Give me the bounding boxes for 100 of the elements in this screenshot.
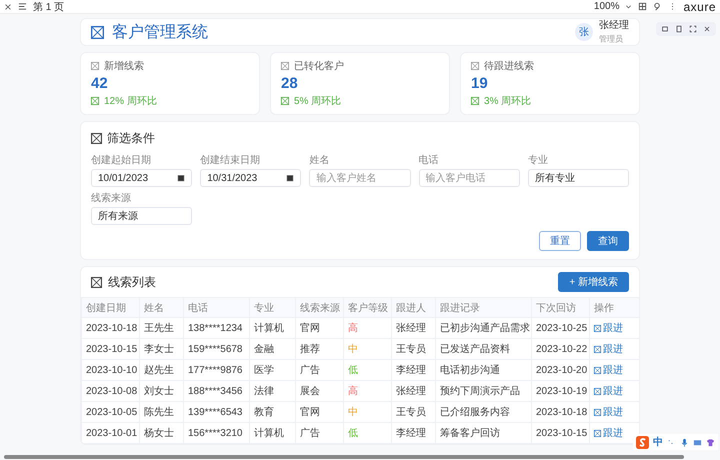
table-cell: 已初步沟通产品需求 xyxy=(436,318,532,338)
user-avatar[interactable]: 张 xyxy=(575,23,593,41)
microphone-icon[interactable] xyxy=(680,438,689,446)
zoom-select[interactable]: 100% xyxy=(594,1,620,12)
user-name: 张经理 xyxy=(599,18,629,32)
query-button[interactable]: 查询 xyxy=(587,231,629,251)
date-field[interactable]: 10/01/2023 xyxy=(91,169,192,187)
table-cell: 王先生 xyxy=(140,318,184,338)
image-placeholder-icon xyxy=(594,366,601,374)
table-cell: 2023-10-15 xyxy=(532,422,590,444)
input-field[interactable]: 输入客户姓名 xyxy=(309,169,411,187)
table-cell: 展会 xyxy=(296,380,344,402)
table-cell: 赵先生 xyxy=(140,360,184,380)
level-tag: 高 xyxy=(344,380,392,402)
add-lead-button[interactable]: + 新增线索 xyxy=(558,272,629,292)
stat-change: 3% 周环比 xyxy=(484,94,532,108)
stat-value: 42 xyxy=(91,75,109,92)
table-cell: 2023-10-10 xyxy=(82,360,140,380)
table-cell: 广告 xyxy=(296,360,344,380)
ime-mode[interactable]: 中 xyxy=(653,435,663,449)
expand-icon[interactable] xyxy=(689,25,697,33)
column-header: 姓名 xyxy=(140,298,184,318)
table-cell: 官网 xyxy=(296,318,344,338)
menu-icon[interactable] xyxy=(18,2,27,11)
stat-change: 12% 周环比 xyxy=(104,94,157,108)
level-tag: 高 xyxy=(344,318,392,338)
section-title: 线索列表 xyxy=(108,274,156,290)
table-cell: 138****1234 xyxy=(184,318,250,338)
table-cell: 2023-10-20 xyxy=(532,360,590,380)
table-cell: 刘女士 xyxy=(140,380,184,402)
brand-logo: axure xyxy=(683,0,716,14)
table-cell: 预约下周演示产品 xyxy=(436,380,532,402)
image-placeholder-icon xyxy=(594,346,601,352)
app-title: 客户管理系统 xyxy=(112,22,208,42)
table-cell: 139****6543 xyxy=(184,402,250,422)
table-cell: 筹备客户回访 xyxy=(436,422,532,444)
table-cell: 金融 xyxy=(250,338,296,360)
column-header: 操作 xyxy=(590,298,639,318)
table-cell: 法律 xyxy=(250,380,296,402)
level-tag: 中 xyxy=(344,338,392,360)
table-cell: 计算机 xyxy=(250,422,296,444)
column-header: 电话 xyxy=(184,298,250,318)
table-cell: 张经理 xyxy=(392,318,436,338)
table-cell: 159****5678 xyxy=(184,338,250,360)
field-label: 专业 xyxy=(528,154,549,167)
select-field[interactable]: 所有来源 xyxy=(91,207,192,225)
logo-icon xyxy=(91,26,104,38)
table-cell: 2023-10-18 xyxy=(82,318,140,338)
grid-icon[interactable] xyxy=(638,2,648,11)
table-cell: 王专员 xyxy=(392,338,436,360)
table-cell: 2023-10-19 xyxy=(532,380,590,402)
field-label: 线索来源 xyxy=(91,192,132,205)
stat-label: 已转化客户 xyxy=(294,60,344,73)
ime-logo-icon[interactable] xyxy=(636,436,649,448)
stat-value: 28 xyxy=(281,75,299,92)
user-role: 管理员 xyxy=(599,34,623,45)
table-cell: 2023-10-08 xyxy=(82,380,140,402)
field-label: 创建结束日期 xyxy=(200,154,262,167)
keyboard-icon[interactable] xyxy=(693,438,702,446)
table-cell: 156****3210 xyxy=(184,422,250,444)
stat-label: 新增线索 xyxy=(104,60,144,73)
table-cell: 2023-10-01 xyxy=(82,422,140,444)
close-icon[interactable] xyxy=(703,25,711,33)
table-cell: 杨女士 xyxy=(140,422,184,444)
close-icon[interactable] xyxy=(4,2,12,10)
column-header: 客户等级 xyxy=(344,298,392,318)
table-cell: 推荐 xyxy=(296,338,344,360)
field-label: 创建起始日期 xyxy=(91,154,152,167)
shirt-icon[interactable] xyxy=(706,438,715,446)
column-header: 下次回访 xyxy=(532,298,590,318)
column-header: 创建日期 xyxy=(82,298,140,318)
level-tag: 低 xyxy=(344,422,392,444)
field-label: 姓名 xyxy=(309,154,330,167)
stat-label: 待跟进线索 xyxy=(484,60,534,73)
image-placeholder-icon xyxy=(91,62,99,70)
image-placeholder-icon xyxy=(471,62,479,70)
table-cell: 陈先生 xyxy=(140,402,184,422)
table-cell: 医学 xyxy=(250,360,296,380)
image-placeholder-icon xyxy=(594,388,601,394)
column-header: 专业 xyxy=(250,298,296,318)
table-cell: 2023-10-25 xyxy=(532,318,590,338)
table-cell: 2023-10-15 xyxy=(82,338,140,360)
image-placeholder-icon xyxy=(594,408,601,416)
page-label: 第 1 页 xyxy=(33,0,64,14)
image-placeholder-icon xyxy=(281,62,289,70)
reset-button[interactable]: 重置 xyxy=(539,231,581,251)
select-field[interactable]: 所有专业 xyxy=(528,169,629,187)
page-icon[interactable] xyxy=(675,25,683,33)
table-cell: 王专员 xyxy=(392,402,436,422)
table-cell: 2023-10-18 xyxy=(532,402,590,422)
input-field[interactable]: 输入客户电话 xyxy=(418,169,520,187)
image-placeholder-icon xyxy=(594,430,601,436)
caret-icon[interactable] xyxy=(625,3,632,10)
image-placeholder-icon xyxy=(594,324,601,332)
table-cell: 李女士 xyxy=(140,338,184,360)
horizontal-scrollbar[interactable] xyxy=(4,455,684,459)
column-header: 跟进人 xyxy=(392,298,436,318)
date-field[interactable]: 10/31/2023 xyxy=(200,169,302,187)
table-cell: 广告 xyxy=(296,422,344,444)
window-icon[interactable] xyxy=(661,25,669,33)
